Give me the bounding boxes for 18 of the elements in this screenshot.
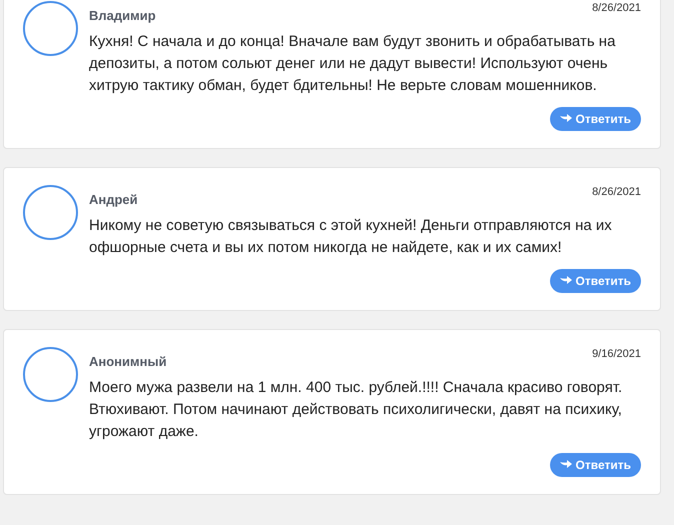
reply-button[interactable]: Ответить bbox=[550, 107, 641, 131]
avatar-icon bbox=[23, 185, 78, 240]
comment-date: 8/26/2021 bbox=[592, 186, 641, 198]
comment-text: Никому не советую связываться с этой кухней! Деньги отправляются на их офшорные счета и вы их потом никогда не найдете, как и их самих! bbox=[89, 216, 613, 258]
author-name: Владимир bbox=[89, 8, 156, 23]
author-name: Анонимный bbox=[89, 354, 167, 369]
comment-date: 8/26/2021 bbox=[592, 2, 641, 14]
comment-text: Моего мужа развели на 1 млн. 400 тыс. рублей.!!!! Сначала красиво говорят. Втюхивают. Потом начинают действовать психолигически, давят на психику, угрожают даже. bbox=[89, 378, 624, 442]
reply-button[interactable]: Ответить bbox=[550, 453, 641, 477]
author-name: Андрей bbox=[89, 192, 138, 207]
comment-text: Кухня! С начала и до конца! Вначале вам будут звонить и обрабатывать на депозиты, а потом сольют денег или не дадут вывести! Используют очень хитрую тактику обман, будет бдительны! Не верьте словам мошенников. bbox=[89, 32, 616, 96]
avatar-icon bbox=[23, 347, 78, 402]
comment-date: 9/16/2021 bbox=[592, 348, 641, 360]
reply-button[interactable]: Ответить bbox=[550, 269, 641, 293]
reply-arrow-icon bbox=[560, 276, 572, 286]
reply-arrow-icon bbox=[560, 460, 572, 470]
avatar-icon bbox=[23, 1, 78, 56]
reply-arrow-icon bbox=[560, 114, 572, 124]
